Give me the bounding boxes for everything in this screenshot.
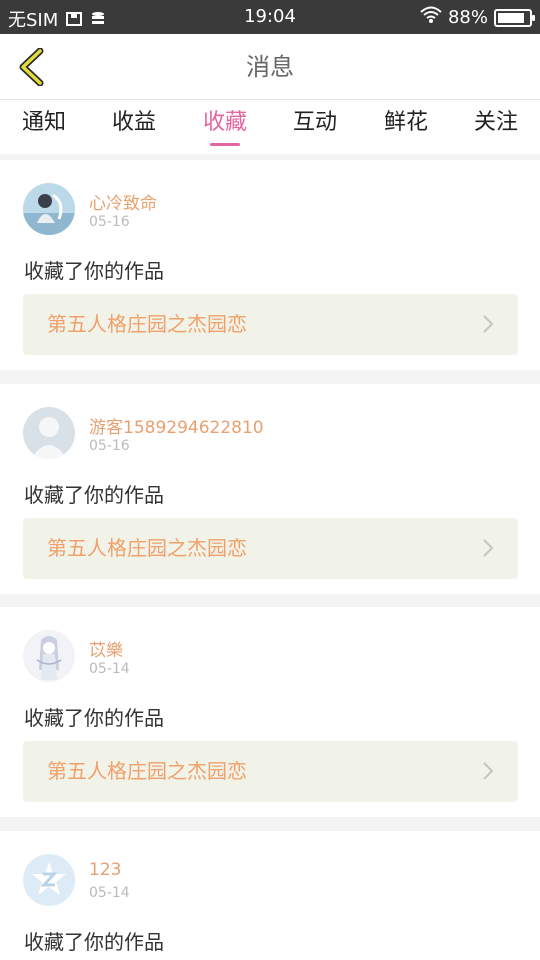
avatar[interactable]: [23, 630, 75, 682]
action-text: 收藏了你的作品: [24, 706, 164, 730]
work-title: 第五人格庄园之杰园恋: [47, 759, 247, 783]
status-bar: 无SIM 19:04 88%: [0, 0, 540, 34]
timestamp: 05-14: [89, 661, 130, 677]
tab-following[interactable]: 关注: [461, 100, 531, 154]
wifi-icon: [420, 6, 442, 29]
active-tab-indicator: [210, 143, 240, 146]
work-link[interactable]: 第五人格庄园之杰园恋: [23, 741, 518, 802]
work-title: 第五人格庄园之杰园恋: [47, 536, 247, 560]
work-link[interactable]: 第五人格庄园之杰园恋: [23, 294, 518, 355]
list-item: 心冷致命 05-16 收藏了你的作品 第五人格庄园之杰园恋: [0, 160, 540, 370]
user-name[interactable]: 心冷致命: [89, 189, 157, 214]
tab-bar: 通知 收益 收藏 互动 鲜花 关注: [0, 100, 540, 154]
battery-percent: 88%: [447, 7, 488, 28]
timestamp: 05-16: [89, 214, 130, 230]
timestamp: 05-14: [89, 885, 130, 901]
chevron-right-icon: [483, 315, 494, 333]
page-title: 消息: [246, 53, 294, 81]
tab-interactions[interactable]: 互动: [280, 100, 350, 154]
tab-favorites[interactable]: 收藏: [190, 100, 260, 154]
status-right: 88%: [420, 6, 535, 29]
list-item: 苡樂 05-14 收藏了你的作品 第五人格庄园之杰园恋: [0, 607, 540, 817]
avatar[interactable]: [23, 183, 75, 235]
work-link[interactable]: 第五人格庄园之杰园恋: [23, 518, 518, 579]
work-title: 第五人格庄园之杰园恋: [47, 312, 247, 336]
avatar[interactable]: [23, 854, 75, 906]
user-name[interactable]: 游客1589294622810: [89, 413, 264, 438]
tab-flowers[interactable]: 鲜花: [371, 100, 441, 154]
chevron-right-icon: [483, 539, 494, 557]
tab-notifications[interactable]: 通知: [9, 100, 79, 154]
action-text: 收藏了你的作品: [24, 930, 164, 954]
action-text: 收藏了你的作品: [24, 259, 164, 283]
list-item: 游客1589294622810 05-16 收藏了你的作品 第五人格庄园之杰园恋: [0, 384, 540, 594]
battery-icon: [494, 8, 535, 27]
timestamp: 05-16: [89, 438, 130, 454]
chevron-right-icon: [483, 762, 494, 780]
avatar[interactable]: [23, 407, 75, 459]
user-name[interactable]: 苡樂: [89, 636, 123, 661]
tab-earnings[interactable]: 收益: [99, 100, 169, 154]
nav-bar: 消息: [0, 34, 540, 100]
user-name[interactable]: 123: [89, 860, 121, 880]
list-item: 123 05-14 收藏了你的作品: [0, 831, 540, 960]
action-text: 收藏了你的作品: [24, 483, 164, 507]
